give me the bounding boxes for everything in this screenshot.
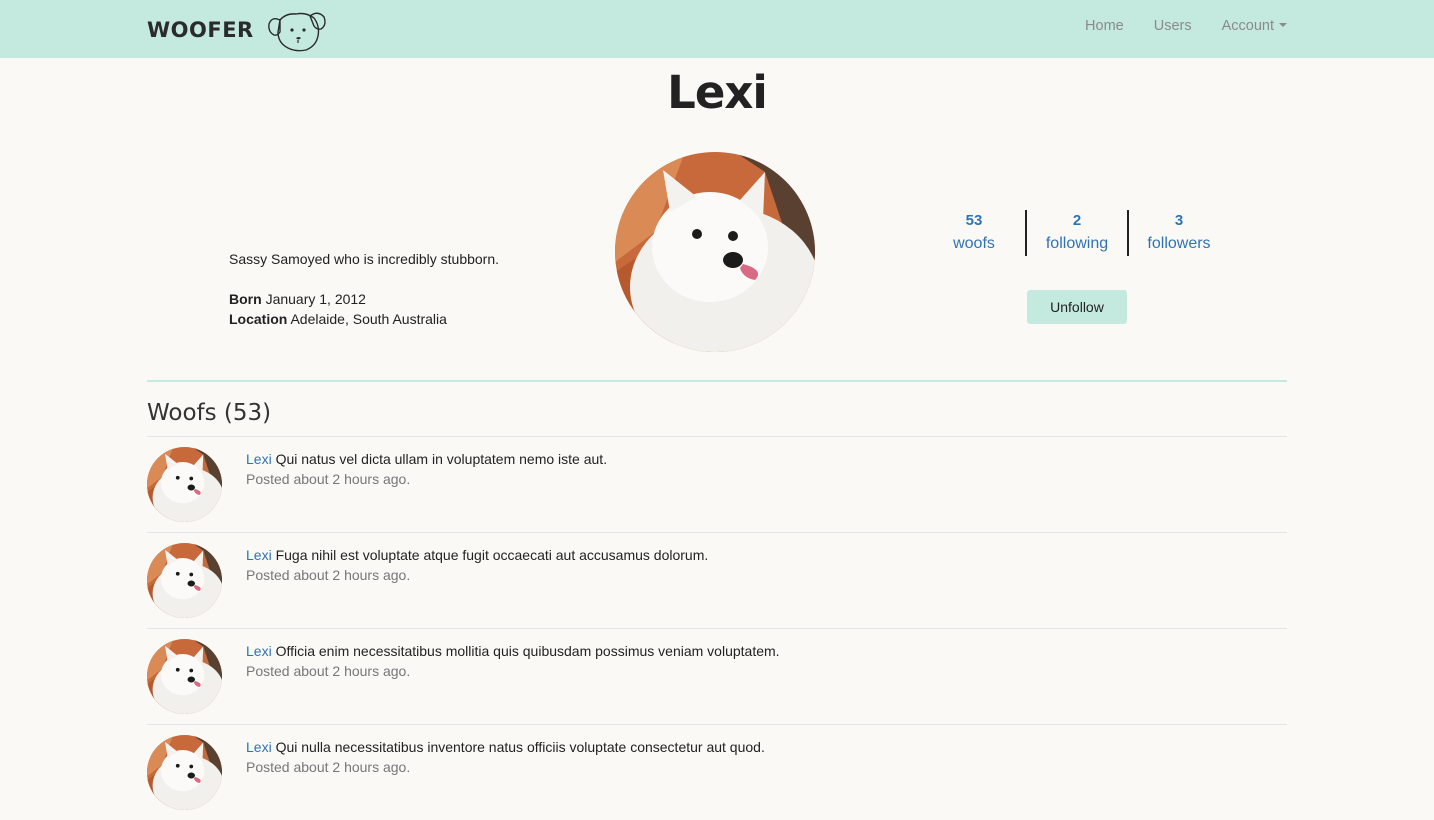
navbar: WOOFER Home Users Account [0, 0, 1434, 58]
stat-woofs[interactable]: 53 woofs [923, 210, 1025, 256]
divider [147, 380, 1287, 382]
woof-content: Officia enim necessitatibus mollitia qui… [275, 643, 780, 659]
stat-followers[interactable]: 3 followers [1127, 210, 1229, 256]
nav-home-link[interactable]: Home [1085, 18, 1124, 34]
born-label: Born [229, 291, 262, 307]
nav-users-link[interactable]: Users [1154, 18, 1192, 34]
woof-timestamp: Posted about 2 hours ago. [246, 471, 411, 487]
woof-avatar[interactable] [147, 543, 222, 618]
stat-label: following [1045, 235, 1109, 252]
unfollow-button[interactable]: Unfollow [1027, 290, 1127, 324]
woof-body: Lexi Officia enim necessitatibus molliti… [246, 641, 780, 681]
profile-name: Lexi [667, 66, 768, 119]
woof-content: Fuga nihil est voluptate atque fugit occ… [275, 547, 709, 563]
profile-bio: Sassy Samoyed who is incredibly stubborn… [229, 249, 499, 329]
woof-author-link[interactable]: Lexi [246, 643, 272, 659]
location-row: Location Adelaide, South Australia [229, 309, 499, 329]
woof-avatar[interactable] [147, 447, 222, 522]
woof-timestamp: Posted about 2 hours ago. [246, 759, 411, 775]
woof-avatar[interactable] [147, 639, 222, 714]
location-value: Adelaide, South Australia [290, 311, 447, 327]
dog-face-icon [267, 12, 326, 52]
stat-count: 2 [1072, 212, 1082, 229]
woof-author-link[interactable]: Lexi [246, 547, 272, 563]
profile-stats: 53 woofs 2 following 3 followers [923, 210, 1229, 256]
woof-item: Lexi Qui nulla necessitatibus inventore … [147, 724, 1287, 820]
woof-content: Qui natus vel dicta ullam in voluptatem … [275, 451, 608, 467]
woof-body: Lexi Qui nulla necessitatibus inventore … [246, 737, 765, 777]
born-value: January 1, 2012 [265, 291, 366, 307]
stat-label: followers [1147, 235, 1211, 252]
stat-label: woofs [953, 235, 995, 252]
brand-link[interactable]: WOOFER [147, 12, 328, 52]
bio-text: Sassy Samoyed who is incredibly stubborn… [229, 251, 500, 267]
woof-item: Lexi Qui natus vel dicta ullam in volupt… [147, 436, 1287, 532]
woof-timestamp: Posted about 2 hours ago. [246, 663, 411, 679]
stat-count: 53 [965, 212, 983, 229]
woof-body: Lexi Qui natus vel dicta ullam in volupt… [246, 449, 607, 489]
profile-avatar [615, 152, 815, 352]
location-label: Location [229, 311, 288, 327]
woof-body: Lexi Fuga nihil est voluptate atque fugi… [246, 545, 708, 585]
stat-count: 3 [1174, 212, 1184, 229]
nav-account-label: Account [1221, 18, 1274, 34]
woof-content: Qui nulla necessitatibus inventore natus… [275, 739, 765, 755]
woof-author-link[interactable]: Lexi [246, 739, 272, 755]
nav-links: Home Users Account [1085, 18, 1287, 34]
stat-following[interactable]: 2 following [1025, 210, 1127, 256]
woof-item: Lexi Fuga nihil est voluptate atque fugi… [147, 532, 1287, 628]
woofs-heading: Woofs (53) [147, 400, 272, 426]
woof-author-link[interactable]: Lexi [246, 451, 272, 467]
brand-name: WOOFER [147, 18, 254, 42]
nav-account-dropdown[interactable]: Account [1222, 18, 1287, 34]
born-row: Born January 1, 2012 [229, 289, 499, 309]
woof-avatar[interactable] [147, 735, 222, 810]
woof-timestamp: Posted about 2 hours ago. [246, 567, 411, 583]
caret-down-icon [1279, 23, 1287, 28]
woof-item: Lexi Officia enim necessitatibus molliti… [147, 628, 1287, 724]
woof-list: Lexi Qui natus vel dicta ullam in volupt… [147, 436, 1287, 820]
